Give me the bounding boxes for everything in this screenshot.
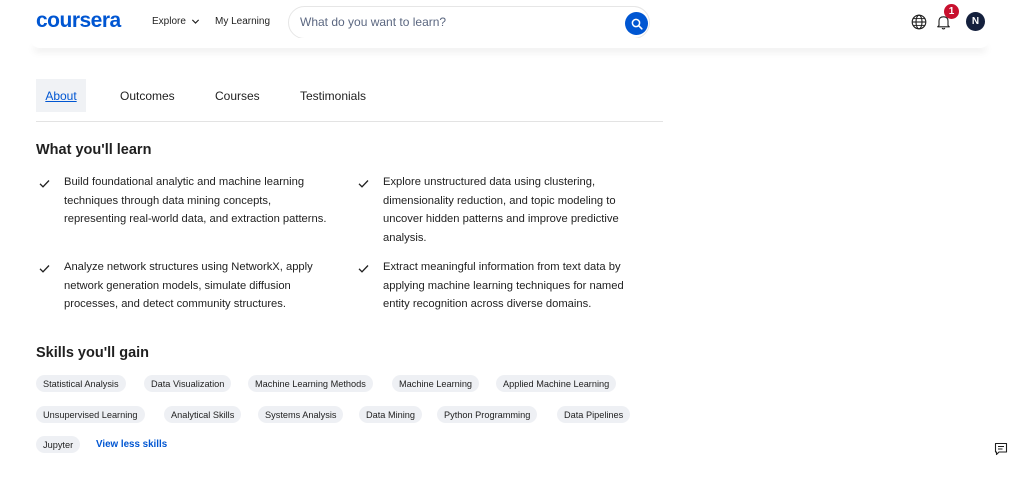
- tab-outcomes[interactable]: Outcomes: [120, 79, 175, 112]
- notification-badge: 1: [944, 4, 959, 19]
- explore-menu[interactable]: Explore: [152, 16, 200, 27]
- skill-chip[interactable]: Applied Machine Learning: [496, 375, 617, 392]
- skill-chip[interactable]: Statistical Analysis: [36, 375, 126, 392]
- tab-outcomes-label: Outcomes: [120, 88, 175, 103]
- check-icon: [358, 265, 369, 273]
- learn-item: Extract meaningful information from text…: [383, 261, 624, 310]
- check-icon: [39, 180, 50, 188]
- tabs-divider: [36, 121, 663, 122]
- skills-title: Skills you'll gain: [36, 345, 150, 361]
- globe-icon[interactable]: [911, 14, 927, 30]
- skill-chip[interactable]: Data Mining: [359, 406, 423, 423]
- header-shadow: [30, 38, 990, 48]
- learn-title: What you'll learn: [36, 142, 152, 158]
- tab-testimonials-label: Testimonials: [300, 88, 367, 103]
- search-input[interactable]: [300, 15, 600, 29]
- check-icon: [39, 265, 50, 273]
- skill-chip[interactable]: Data Pipelines: [557, 406, 631, 423]
- learn-item: Build foundational analytic and machine …: [64, 176, 327, 225]
- skill-chip[interactable]: Systems Analysis: [258, 406, 344, 423]
- skill-chip[interactable]: Python Programming: [437, 406, 538, 423]
- view-less-skills-link[interactable]: View less skills: [96, 439, 167, 450]
- skill-chip[interactable]: Machine Learning Methods: [248, 375, 373, 392]
- chevron-down-icon: [191, 19, 199, 24]
- tab-courses-label: Courses: [215, 88, 260, 103]
- search-bar: [288, 6, 650, 39]
- check-icon: [358, 180, 369, 188]
- tab-courses[interactable]: Courses: [215, 79, 260, 112]
- my-learning-link[interactable]: My Learning: [215, 16, 270, 27]
- feedback-icon[interactable]: [994, 442, 1008, 456]
- search-button[interactable]: [625, 12, 648, 35]
- skill-chip[interactable]: Analytical Skills: [164, 406, 242, 423]
- tab-about[interactable]: About: [36, 79, 86, 112]
- skill-chip[interactable]: Machine Learning: [392, 375, 480, 392]
- skill-chip[interactable]: Jupyter: [36, 436, 81, 453]
- search-icon: [631, 18, 643, 30]
- tab-about-label: About: [45, 88, 77, 103]
- tab-testimonials[interactable]: Testimonials: [300, 79, 366, 112]
- coursera-logo[interactable]: coursera: [36, 9, 121, 33]
- learn-item: Analyze network structures using Network…: [64, 261, 313, 310]
- explore-label: Explore: [152, 16, 186, 27]
- skill-chip[interactable]: Unsupervised Learning: [36, 406, 145, 423]
- skill-chip[interactable]: Data Visualization: [144, 375, 232, 392]
- avatar[interactable]: N: [966, 12, 985, 31]
- learn-item: Explore unstructured data using clusteri…: [383, 176, 619, 244]
